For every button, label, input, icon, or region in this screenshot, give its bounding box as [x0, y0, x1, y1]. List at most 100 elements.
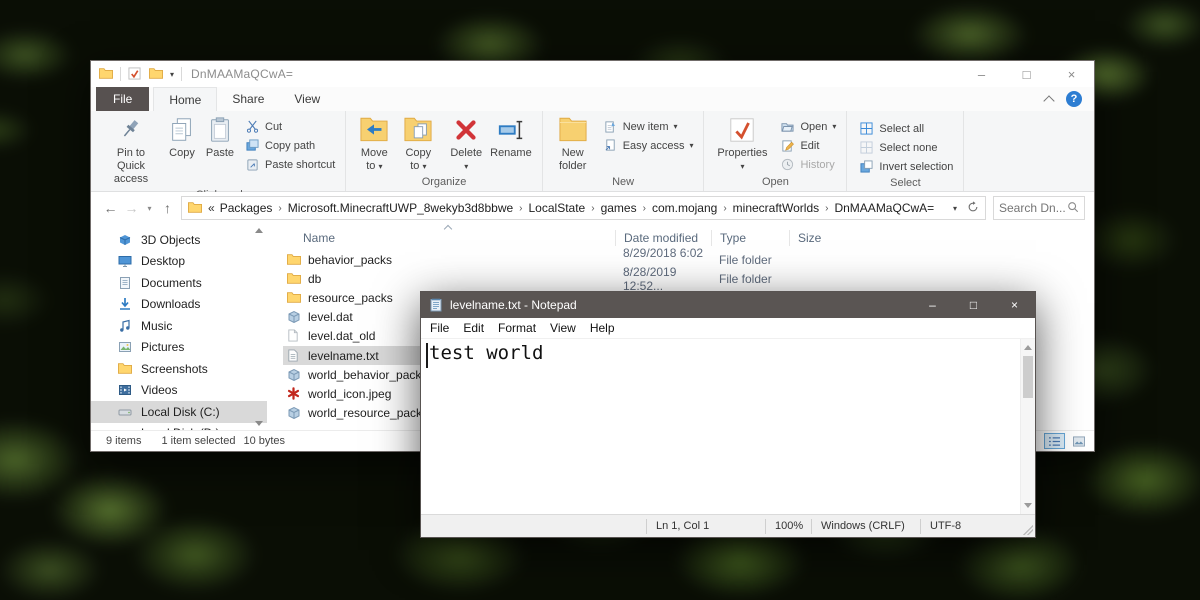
sidebar-item-local-disk-d[interactable]: Local Disk (D:): [91, 423, 267, 430]
sidebar-item-documents[interactable]: Documents: [91, 272, 267, 294]
copy-button[interactable]: Copy: [163, 114, 201, 162]
history-button[interactable]: History: [777, 155, 840, 174]
collapse-ribbon-icon[interactable]: [1045, 97, 1054, 102]
breadcrumb-item[interactable]: minecraftWorlds: [732, 201, 820, 215]
breadcrumb[interactable]: « Packages › Microsoft.MinecraftUWP_8wek…: [181, 196, 986, 220]
new-folder-button[interactable]: New folder: [549, 114, 597, 175]
copy-to-button[interactable]: Copy to ▾: [396, 114, 440, 175]
refresh-icon[interactable]: [967, 200, 979, 216]
minimize-button[interactable]: –: [959, 61, 1004, 87]
back-icon[interactable]: ←: [100, 200, 121, 216]
select-all-button[interactable]: Select all: [856, 119, 957, 138]
forward-icon[interactable]: →: [121, 200, 142, 216]
sidebar-item-videos[interactable]: Videos: [91, 380, 267, 402]
search-input[interactable]: [999, 201, 1067, 215]
menu-format[interactable]: Format: [491, 321, 543, 335]
select-none-button[interactable]: Select none: [856, 138, 957, 157]
breadcrumb-separator: ›: [278, 202, 282, 214]
dat-file-icon: [287, 368, 301, 382]
move-to-button[interactable]: Move to ▾: [352, 114, 396, 175]
delete-button[interactable]: Delete ▾: [446, 114, 486, 175]
tab-view[interactable]: View: [279, 87, 335, 111]
cut-button[interactable]: Cut: [242, 117, 339, 136]
line-ending-indicator: Windows (CRLF): [811, 518, 920, 534]
select-all-icon: [860, 121, 874, 136]
paste-shortcut-button[interactable]: Paste shortcut: [242, 155, 339, 174]
copy-to-caret-icon: ▾: [422, 161, 427, 171]
maximize-button[interactable]: □: [1004, 61, 1049, 87]
maximize-button[interactable]: □: [953, 292, 994, 318]
breadcrumb-item[interactable]: games: [600, 201, 638, 215]
scroll-up-icon[interactable]: [255, 228, 263, 233]
help-icon[interactable]: ?: [1066, 91, 1082, 107]
edit-button[interactable]: Edit: [777, 136, 840, 155]
rename-button[interactable]: Rename: [486, 114, 536, 162]
file-row[interactable]: db 8/28/2019 12:52... File folder: [283, 265, 1094, 293]
breadcrumb-item[interactable]: Microsoft.MinecraftUWP_8wekyb3d8bbwe: [287, 201, 514, 215]
breadcrumb-item[interactable]: DnMAAMaQCwA=: [833, 201, 935, 215]
details-view-button[interactable]: [1044, 433, 1065, 449]
explorer-window-title: DnMAAMaQCwA=: [191, 67, 294, 81]
open-group-label: Open: [761, 176, 789, 188]
close-button[interactable]: ×: [994, 292, 1035, 318]
column-header-size[interactable]: Size: [789, 229, 853, 246]
recent-locations-icon[interactable]: ▾: [142, 204, 157, 213]
text-file-icon: [287, 348, 301, 363]
menu-edit[interactable]: Edit: [456, 321, 491, 335]
qat-customize-icon[interactable]: ▾: [170, 70, 174, 79]
paste-button[interactable]: Paste: [201, 114, 239, 162]
tab-home[interactable]: Home: [153, 87, 218, 111]
select-none-icon: [860, 140, 874, 155]
breadcrumb-item[interactable]: LocalState: [528, 201, 587, 215]
close-button[interactable]: ×: [1049, 61, 1094, 87]
dat-file-icon: [287, 310, 301, 324]
text-editor-area[interactable]: test world: [421, 339, 1020, 514]
tab-share[interactable]: Share: [217, 87, 279, 111]
address-dropdown-icon[interactable]: ▾: [953, 204, 957, 213]
breadcrumb-item[interactable]: Packages: [219, 201, 274, 215]
pin-icon: [116, 116, 146, 146]
copy-path-button[interactable]: Copy path: [242, 136, 339, 155]
minimize-button[interactable]: –: [912, 292, 953, 318]
tab-file[interactable]: File: [96, 87, 150, 111]
move-to-caret-icon: ▾: [378, 161, 383, 171]
open-button[interactable]: Open ▾: [777, 117, 840, 136]
new-item-button[interactable]: New item ▾: [600, 117, 698, 136]
explorer-titlebar: ▾ DnMAAMaQCwA= – □ ×: [91, 61, 1094, 87]
sidebar-item-local-disk-c[interactable]: Local Disk (C:): [91, 401, 267, 423]
sidebar-item-screenshots[interactable]: Screenshots: [91, 358, 267, 380]
sidebar-item-music[interactable]: Music: [91, 315, 267, 337]
3d-objects-icon: [118, 233, 132, 247]
thumbnail-view-button[interactable]: [1068, 433, 1089, 449]
properties-button[interactable]: Properties ▾: [710, 114, 774, 175]
menu-view[interactable]: View: [543, 321, 583, 335]
easy-access-button[interactable]: Easy access ▾: [600, 136, 698, 155]
scroll-down-icon[interactable]: [255, 421, 263, 426]
invert-selection-button[interactable]: Invert selection: [856, 157, 957, 176]
scroll-up-icon[interactable]: [1024, 345, 1032, 350]
notepad-scrollbar[interactable]: [1020, 339, 1035, 514]
breadcrumb-item[interactable]: com.mojang: [651, 201, 718, 215]
qat-separator: [120, 67, 121, 81]
sidebar-item-3d-objects[interactable]: 3D Objects: [91, 229, 267, 251]
scrollbar-thumb[interactable]: [1023, 356, 1033, 398]
sidebar-scrollbar[interactable]: [254, 228, 264, 426]
column-header-date-modified[interactable]: Date modified: [615, 229, 711, 246]
resize-grip[interactable]: [1018, 515, 1035, 537]
pin-to-quick-access-button[interactable]: Pin to Quick access: [99, 114, 163, 188]
search-box[interactable]: [993, 196, 1085, 220]
column-header-type[interactable]: Type: [711, 229, 789, 246]
sidebar-item-downloads[interactable]: Downloads: [91, 294, 267, 316]
sidebar-item-pictures[interactable]: Pictures: [91, 337, 267, 359]
qat-new-folder-icon[interactable]: [149, 67, 163, 81]
new-group-label: New: [612, 176, 635, 188]
qat-properties-icon[interactable]: [128, 67, 142, 81]
menu-help[interactable]: Help: [583, 321, 622, 335]
invert-selection-icon: [860, 159, 874, 174]
up-icon[interactable]: ↑: [157, 200, 178, 216]
scroll-down-icon[interactable]: [1024, 503, 1032, 508]
sidebar-item-desktop[interactable]: Desktop: [91, 251, 267, 273]
notepad-status-bar: Ln 1, Col 1 100% Windows (CRLF) UTF-8: [421, 514, 1035, 537]
menu-file[interactable]: File: [423, 321, 456, 335]
new-folder-icon: [558, 116, 588, 146]
